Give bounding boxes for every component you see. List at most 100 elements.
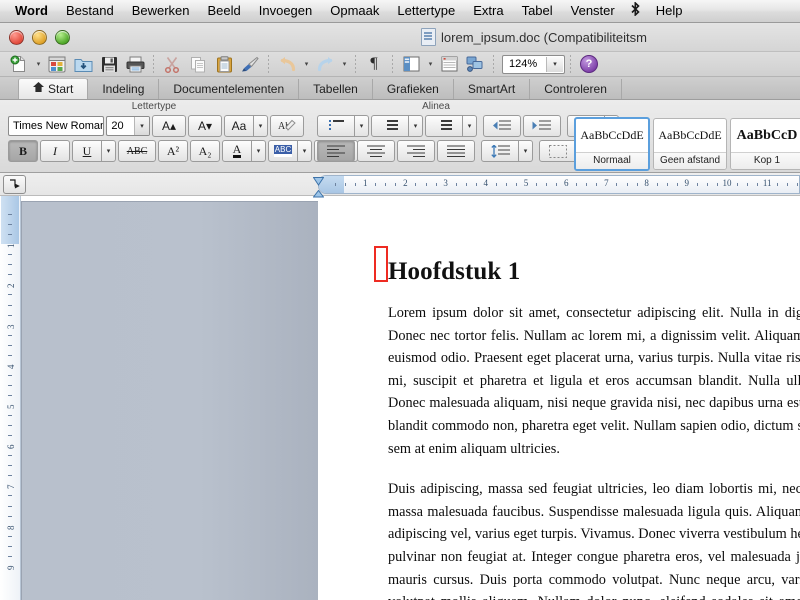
left-indent-marker[interactable]	[312, 186, 325, 198]
grow-font-button[interactable]: A▴	[152, 115, 186, 137]
menu-item-tabel[interactable]: Tabel	[513, 1, 562, 22]
font-color-control[interactable]: A ▾	[222, 140, 266, 162]
vertical-ruler[interactable]: 1 2 3 4 5 6 7 8 9	[0, 196, 21, 600]
tab-tabellen[interactable]: Tabellen	[298, 79, 373, 99]
align-right-button[interactable]	[397, 140, 435, 162]
zoom-control[interactable]: 124% ▾	[502, 54, 565, 74]
sidebar-toggle-icon[interactable]	[398, 53, 424, 75]
document-paragraph[interactable]: Duis adipiscing, massa sed feugiat ultri…	[388, 478, 800, 600]
strikethrough-button[interactable]: ABC	[118, 140, 156, 162]
superscript-button[interactable]: A²	[158, 140, 188, 162]
align-left-button[interactable]	[317, 140, 355, 162]
bullets-arrow[interactable]: ▾	[355, 115, 369, 137]
shrink-font-button[interactable]: A▾	[188, 115, 222, 137]
decrease-indent-button[interactable]	[483, 115, 521, 137]
font-name-combo[interactable]: Times New Roman ▾	[8, 116, 105, 136]
multilevel-list-button[interactable]	[425, 115, 463, 137]
underline-button[interactable]: U	[72, 140, 102, 162]
open-folder-icon[interactable]	[70, 53, 96, 75]
tab-smartart[interactable]: SmartArt	[452, 79, 531, 99]
menu-item-lettertype[interactable]: Lettertype	[388, 1, 464, 22]
numbering-control[interactable]: ▾	[371, 115, 423, 137]
minimize-button[interactable]	[32, 29, 47, 45]
gallery-icon[interactable]	[462, 53, 488, 75]
bulleted-list-button[interactable]	[317, 115, 355, 137]
zoom-button[interactable]	[55, 29, 70, 45]
new-document-icon[interactable]	[6, 53, 32, 75]
numbering-arrow[interactable]: ▾	[409, 115, 423, 137]
multilevel-arrow[interactable]: ▾	[463, 115, 477, 137]
paste-icon[interactable]	[211, 53, 237, 75]
tab-documentelementen[interactable]: Documentelementen	[158, 79, 300, 99]
multilevel-control[interactable]: ▾	[425, 115, 477, 137]
document-heading[interactable]: Hoofdstuk 1	[374, 246, 800, 286]
document-paragraph[interactable]: Lorem ipsum dolor sit amet, consectetur …	[388, 302, 800, 460]
subscript-button[interactable]: A₂	[190, 140, 220, 162]
line-spacing-control[interactable]: ▾	[481, 140, 533, 162]
bluetooth-icon[interactable]	[624, 0, 647, 22]
new-document-dropdown[interactable]: ▾	[32, 53, 44, 75]
save-icon[interactable]	[96, 53, 122, 75]
redo-dropdown[interactable]: ▾	[338, 53, 350, 75]
copy-icon[interactable]	[185, 53, 211, 75]
format-painter-icon[interactable]	[237, 53, 263, 75]
change-case-arrow[interactable]: ▾	[254, 115, 268, 137]
change-case-button[interactable]: Aa	[224, 115, 254, 137]
menu-item-help[interactable]: Help	[647, 1, 692, 22]
menu-item-venster[interactable]: Venster	[562, 1, 624, 22]
close-button[interactable]	[9, 29, 24, 45]
line-spacing-arrow[interactable]: ▾	[519, 140, 533, 162]
font-size-combo[interactable]: 20 ▾	[106, 116, 150, 136]
underline-arrow[interactable]: ▾	[102, 140, 116, 162]
change-case-control[interactable]: Aa ▾	[224, 115, 268, 137]
bullets-control[interactable]: ▾	[317, 115, 369, 137]
show-formatting-marks-icon[interactable]: ¶	[361, 53, 387, 75]
highlight-button[interactable]: ABC	[268, 140, 298, 162]
first-line-indent-marker[interactable]	[312, 173, 325, 186]
print-icon[interactable]	[122, 53, 148, 75]
highlight-control[interactable]: ABC ▾	[268, 140, 312, 162]
align-justify-button[interactable]	[437, 140, 475, 162]
tab-start[interactable]: Start	[18, 78, 89, 99]
notebook-layout-icon[interactable]	[436, 53, 462, 75]
bold-button[interactable]: B	[8, 140, 38, 162]
font-color-arrow[interactable]: ▾	[252, 140, 266, 162]
clear-formatting-button[interactable]: Ab	[270, 115, 304, 137]
underline-control[interactable]: U ▾	[72, 140, 116, 162]
font-size-arrow[interactable]: ▾	[134, 117, 149, 135]
tab-indeling[interactable]: Indeling	[87, 79, 160, 99]
tab-controleren[interactable]: Controleren	[529, 79, 622, 99]
increase-indent-button[interactable]	[523, 115, 561, 137]
horizontal-ruler[interactable]: 1 2 3 4 5 6 7 8 9 10 11	[318, 175, 800, 194]
menu-item-extra[interactable]: Extra	[464, 1, 512, 22]
document-page[interactable]: Hoofdstuk 1 Lorem ipsum dolor sit amet, …	[318, 196, 800, 600]
media-browser-icon[interactable]	[44, 53, 70, 75]
tab-grafieken[interactable]: Grafieken	[371, 79, 454, 99]
align-center-button[interactable]	[357, 140, 395, 162]
cut-icon[interactable]	[159, 53, 185, 75]
italic-button[interactable]: I	[40, 140, 70, 162]
sidebar-dropdown[interactable]: ▾	[424, 53, 436, 75]
menu-item-word[interactable]: Word	[6, 1, 57, 22]
font-color-button[interactable]: A	[222, 140, 252, 162]
undo-icon[interactable]	[274, 53, 300, 75]
zoom-dropdown-arrow[interactable]: ▾	[546, 56, 563, 72]
line-spacing-button[interactable]	[481, 140, 519, 162]
redo-icon[interactable]	[312, 53, 338, 75]
menu-item-bestand[interactable]: Bestand	[57, 1, 123, 22]
vruler-tick	[8, 354, 12, 356]
menu-item-invoegen[interactable]: Invoegen	[250, 1, 322, 22]
menu-item-bewerken[interactable]: Bewerken	[123, 1, 199, 22]
paragraph-group: Alinea ▾ ▾ ▾ ▾	[308, 100, 635, 172]
style-tile-normaal[interactable]: AaBbCcDdE Normaal	[574, 117, 650, 171]
tab-stop-selector[interactable]	[3, 174, 26, 194]
vruler-tick	[8, 344, 12, 346]
numbered-list-button[interactable]	[371, 115, 409, 137]
style-tile-geen-afstand[interactable]: AaBbCcDdE Geen afstand	[653, 118, 727, 170]
menu-item-beeld[interactable]: Beeld	[199, 1, 250, 22]
style-tile-kop-1[interactable]: AaBbCcD Kop 1	[730, 118, 800, 170]
menu-item-opmaak[interactable]: Opmaak	[321, 1, 388, 22]
help-button[interactable]: ?	[576, 53, 602, 75]
vruler-number: 2	[6, 283, 16, 289]
undo-dropdown[interactable]: ▾	[300, 53, 312, 75]
